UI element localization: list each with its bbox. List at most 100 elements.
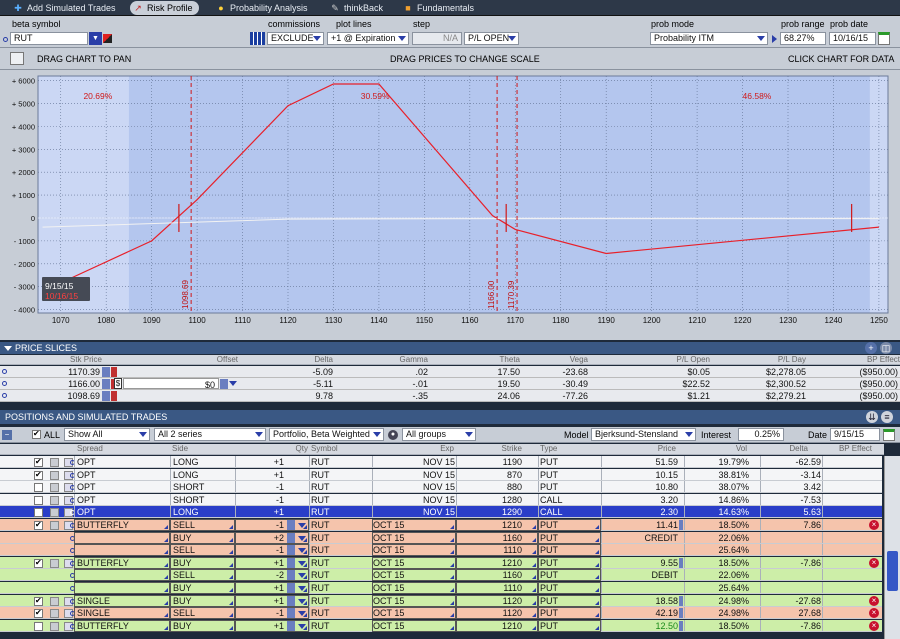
play-icon[interactable] xyxy=(772,35,777,43)
date-calendar-icon[interactable] xyxy=(883,429,895,441)
groups-select[interactable]: All groups xyxy=(402,428,476,441)
position-row[interactable]: BUTTERFLYBUY+1RUTOCT 151210PUT9.5518.50%… xyxy=(0,556,882,569)
position-checkbox[interactable] xyxy=(34,495,43,505)
qty-stepper[interactable] xyxy=(287,532,295,543)
scroll-thumb[interactable] xyxy=(887,551,898,591)
price-slices-header[interactable]: PRICE SLICES + ◫ xyxy=(0,342,900,354)
position-checkbox[interactable] xyxy=(34,483,43,493)
editable-field[interactable] xyxy=(538,531,601,544)
grid-icon[interactable] xyxy=(250,32,265,45)
editable-field[interactable] xyxy=(372,544,456,557)
qty-dropdown-icon[interactable] xyxy=(298,611,306,617)
editable-field[interactable] xyxy=(170,607,235,620)
chart-settings-icon[interactable] xyxy=(10,52,24,65)
prob-date-input[interactable]: 10/16/15 xyxy=(829,32,876,45)
position-row[interactable]: BUY +1 RUT OCT 15 1110 PUT 25.64% xyxy=(0,582,882,594)
tab-thinkback[interactable]: ✎ thinkBack xyxy=(327,1,383,15)
step-input[interactable]: N/A xyxy=(412,32,462,45)
position-row[interactable]: BUY +2 RUT OCT 15 1160 PUT CREDIT 22.06% xyxy=(0,531,882,544)
editable-field[interactable] xyxy=(456,556,538,569)
position-row[interactable]: OPT LONG +1 RUT NOV 15 1190 PUT 51.59 19.79% -62.… xyxy=(0,456,882,468)
editable-field[interactable] xyxy=(170,556,235,569)
position-toggle[interactable] xyxy=(50,558,59,568)
portfolio-select[interactable]: Portfolio, Beta Weighted xyxy=(269,428,384,441)
position-toggle[interactable] xyxy=(50,508,59,518)
position-toggle[interactable] xyxy=(50,483,59,493)
position-toggle[interactable] xyxy=(50,521,59,530)
position-checkbox[interactable] xyxy=(34,621,43,631)
editable-field[interactable] xyxy=(74,556,170,569)
position-row[interactable]: OPT SHORT -1 RUT NOV 15 880 PUT 10.80 38.07% 3.42 xyxy=(0,481,882,494)
position-checkbox[interactable] xyxy=(34,508,43,518)
color-picker-icon[interactable] xyxy=(103,34,112,43)
position-toggle[interactable] xyxy=(50,609,59,619)
qty-stepper[interactable] xyxy=(287,570,295,581)
position-toggle[interactable] xyxy=(50,458,59,467)
qty-dropdown-icon[interactable] xyxy=(298,623,306,629)
offset-dropdown-icon[interactable] xyxy=(229,381,237,386)
model-select[interactable]: Bjerksund-Stensland xyxy=(591,428,696,441)
editable-field[interactable] xyxy=(538,519,601,531)
collapse-icon[interactable] xyxy=(4,346,12,351)
delete-icon[interactable]: × xyxy=(869,520,879,530)
symbol-dropdown-button[interactable]: ▼ xyxy=(89,32,102,45)
qty-stepper[interactable] xyxy=(287,595,295,606)
collapse-positions-icon[interactable]: − xyxy=(2,430,12,440)
editable-field[interactable] xyxy=(74,519,170,531)
position-toggle[interactable] xyxy=(50,621,59,631)
position-row[interactable]: OPT LONG +1 RUT NOV 15 1290 CALL 2.30 14.63% 5.63 xyxy=(0,506,882,519)
price-slice-row[interactable]: 1170.39 -5.09 .02 17.50 -23.68 $0.05 $2,278.05… xyxy=(0,366,900,378)
editable-field[interactable] xyxy=(538,594,601,607)
plot-area[interactable] xyxy=(38,76,888,313)
qty-dropdown-icon[interactable] xyxy=(298,535,306,541)
collapse-all-icon[interactable]: ⇊ xyxy=(866,411,878,423)
position-row[interactable]: BUTTERFLY BUY +1 RUT OCT 15 1210 PUT 12.50 18.50… xyxy=(0,619,882,632)
qty-dropdown-icon[interactable] xyxy=(298,573,306,579)
qty-stepper[interactable] xyxy=(287,608,295,619)
delete-icon[interactable]: × xyxy=(869,608,879,619)
calendar-icon[interactable] xyxy=(878,32,890,45)
qty-dropdown-icon[interactable] xyxy=(298,523,306,528)
position-row[interactable]: OPT LONG +1 RUT NOV 15 870 PUT 10.15 38.81% -3.14 xyxy=(0,468,882,481)
editable-field[interactable] xyxy=(456,619,538,632)
editable-field[interactable] xyxy=(74,582,170,594)
position-checkbox[interactable] xyxy=(34,470,43,480)
editable-field[interactable] xyxy=(170,594,235,607)
lock-icon[interactable] xyxy=(111,391,117,401)
tab-fundamentals[interactable]: ■ Fundamentals xyxy=(400,1,474,15)
price-stepper[interactable] xyxy=(679,520,683,530)
qty-stepper[interactable] xyxy=(287,620,295,631)
menu-icon[interactable]: ≡ xyxy=(881,411,893,423)
position-toggle[interactable] xyxy=(50,596,59,606)
editable-field[interactable] xyxy=(372,607,456,620)
plot-lines-select[interactable]: +1 @ Expiration xyxy=(327,32,409,45)
position-checkbox[interactable] xyxy=(34,558,43,568)
editable-field[interactable] xyxy=(538,556,601,569)
position-row[interactable]: SINGLESELL-1RUTOCT 151120PUT42.1924.98%2… xyxy=(0,607,882,620)
positions-scrollbar[interactable] xyxy=(884,456,900,639)
position-checkbox[interactable] xyxy=(34,520,43,530)
series-filter-select[interactable]: All 2 series xyxy=(154,428,266,441)
tab-probability-analysis[interactable]: ● Probability Analysis xyxy=(213,1,307,15)
price-stepper[interactable] xyxy=(102,391,110,401)
editable-field[interactable] xyxy=(170,531,235,544)
editable-field[interactable] xyxy=(538,569,601,582)
tab-add-simulated-trades[interactable]: ✚ Add Simulated Trades xyxy=(10,1,115,15)
editable-field[interactable] xyxy=(456,531,538,544)
position-row[interactable]: SELL -1 RUT OCT 15 1110 PUT 25.64% xyxy=(0,544,882,557)
offset-stepper[interactable] xyxy=(220,379,228,389)
pl-mode-select[interactable]: P/L OPEN xyxy=(464,32,519,45)
editable-field[interactable] xyxy=(372,556,456,569)
position-toggle[interactable] xyxy=(50,495,59,505)
price-slice-row[interactable]: 1166.00 -5.11 -.01 19.50 -30.49 $22.52 $2,300.… xyxy=(0,378,900,390)
editable-field[interactable] xyxy=(372,619,456,632)
prob-range-input[interactable]: 68.27% xyxy=(780,32,826,45)
position-row[interactable]: BUTTERFLYSELL-1RUTOCT 151210PUT11.4118.5… xyxy=(0,519,882,531)
qty-dropdown-icon[interactable] xyxy=(298,586,306,591)
tab-risk-profile[interactable]: ↗ Risk Profile xyxy=(130,1,199,15)
position-toggle[interactable] xyxy=(50,470,59,480)
link-icon[interactable] xyxy=(3,37,8,42)
editable-field[interactable] xyxy=(74,544,170,557)
qty-stepper[interactable] xyxy=(287,583,295,593)
editable-field[interactable] xyxy=(456,544,538,557)
